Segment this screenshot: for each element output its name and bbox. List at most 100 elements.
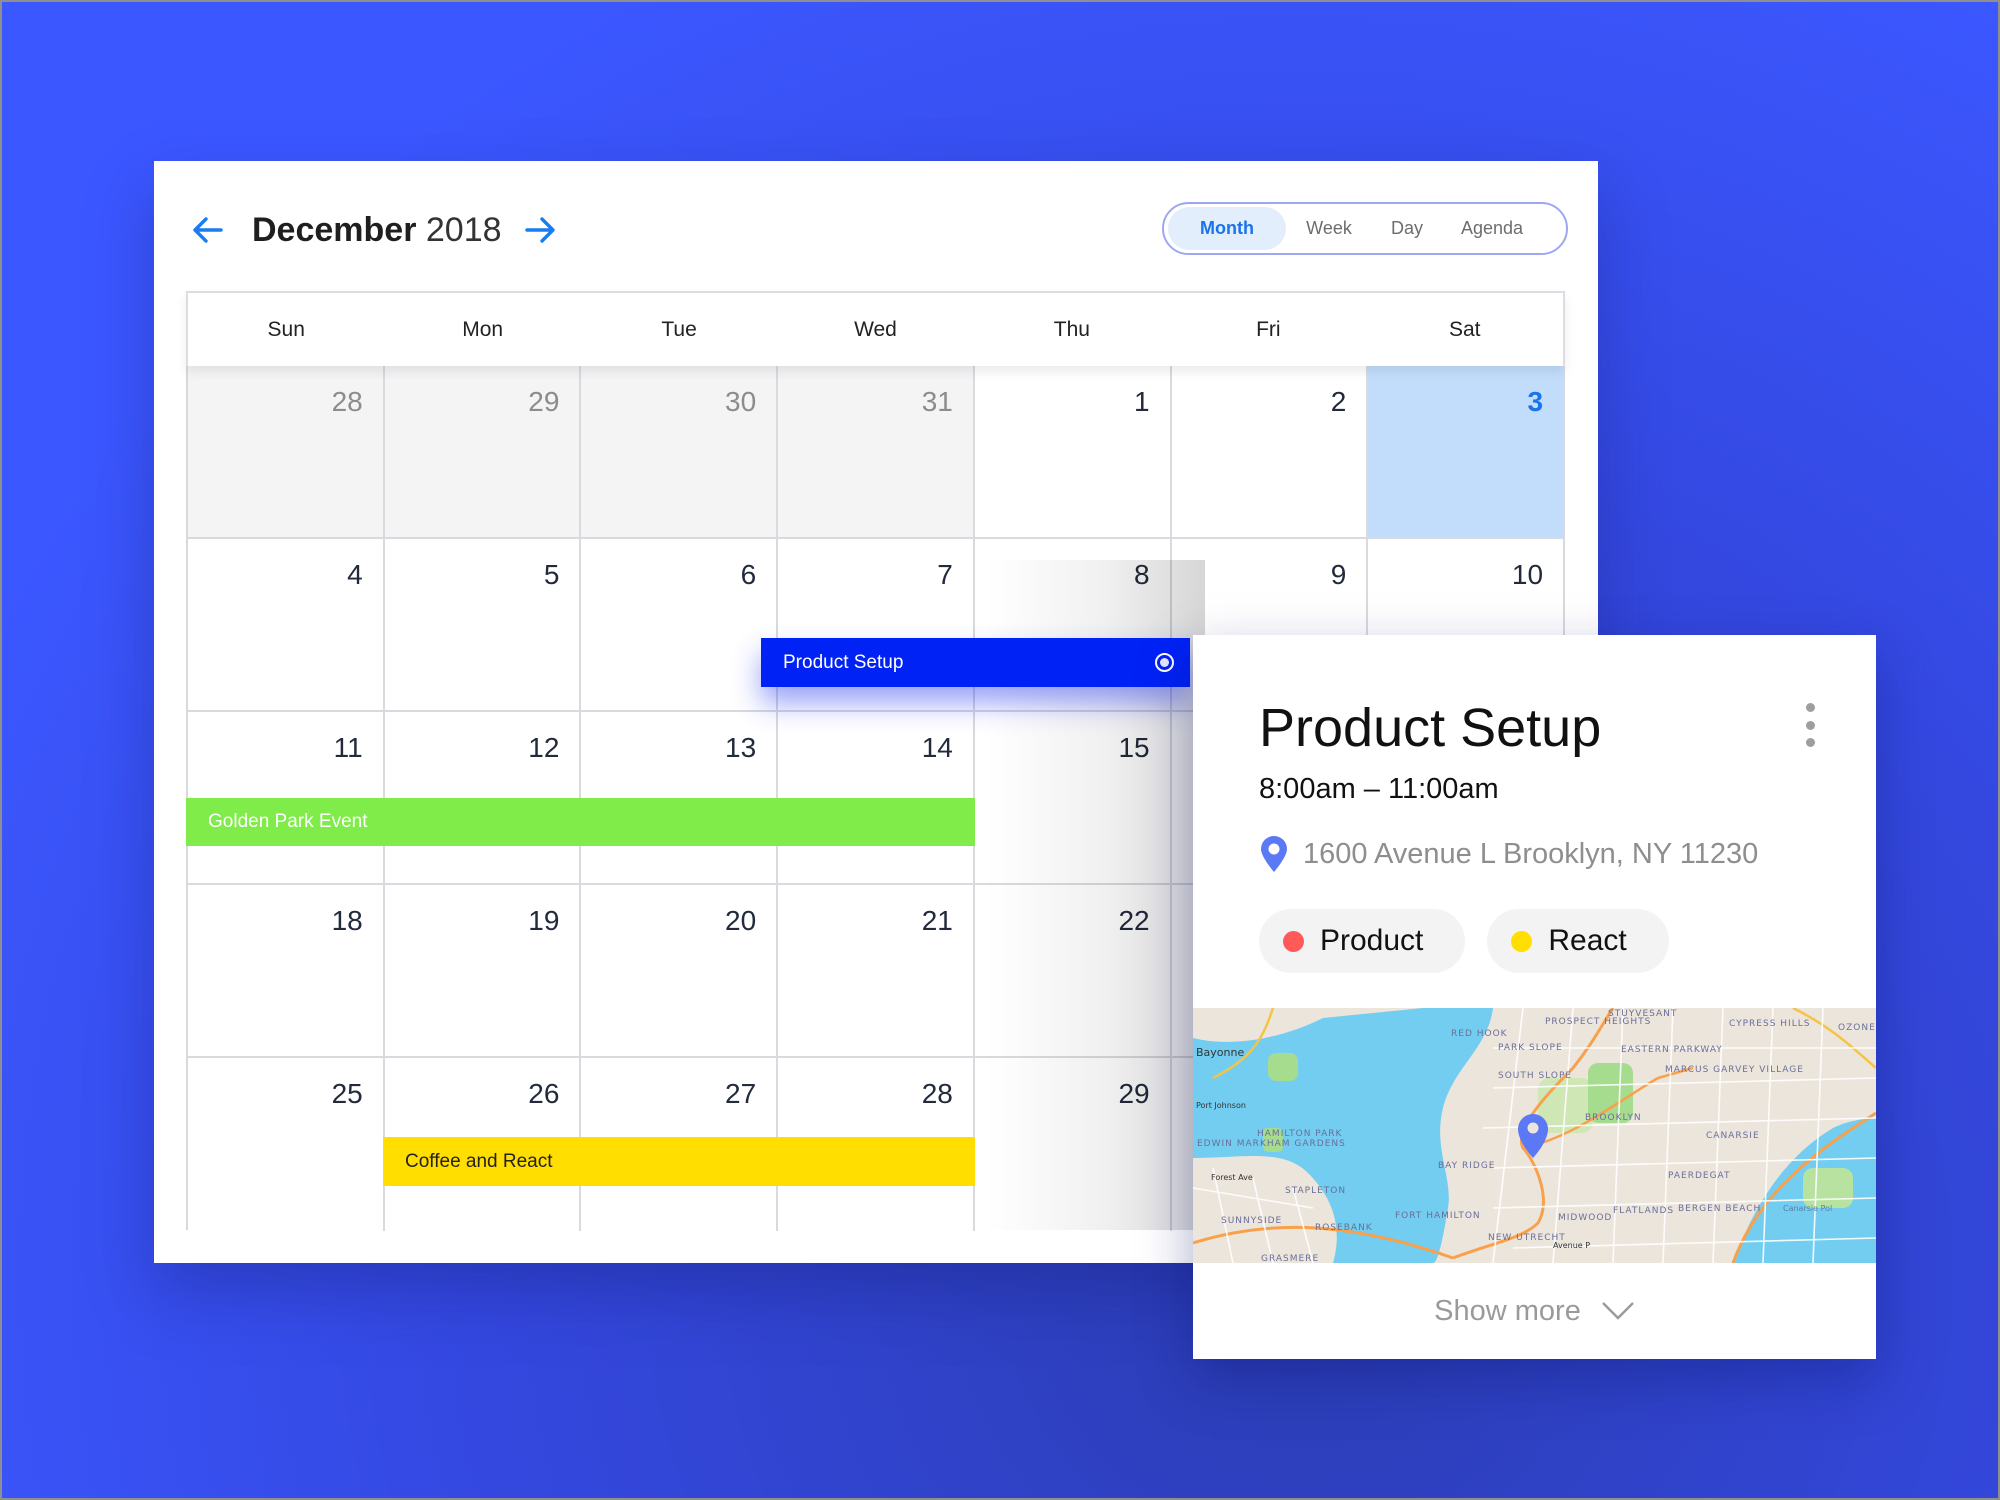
day-cell[interactable]: 22: [974, 885, 1172, 1058]
day-cell[interactable]: 6: [581, 539, 779, 712]
svg-text:PARK SLOPE: PARK SLOPE: [1498, 1043, 1563, 1053]
event-coffee-and-react[interactable]: Coffee and React: [383, 1137, 975, 1186]
day-cell[interactable]: 1: [974, 366, 1172, 539]
tag-label: Product: [1320, 924, 1424, 957]
year: 2018: [425, 211, 502, 249]
day-number: 13: [725, 732, 757, 763]
svg-text:CYPRESS HILLS: CYPRESS HILLS: [1729, 1019, 1810, 1029]
show-more-label: Show more: [1434, 1294, 1581, 1327]
day-cell-today[interactable]: 3: [1368, 366, 1564, 539]
day-number: 3: [1527, 386, 1544, 417]
map-graphic: Bayonne Port Johnson EDWIN MARKHAM GARDE…: [1193, 1008, 1876, 1263]
weekday-wed: Wed: [854, 317, 897, 341]
day-cell[interactable]: 5: [384, 539, 582, 712]
view-week-tab[interactable]: Week: [1286, 207, 1372, 250]
dot: [1805, 720, 1815, 730]
svg-text:STAPLETON: STAPLETON: [1285, 1186, 1346, 1196]
weekday-header: Sun Mon Tue Wed Thu Fri Sat: [186, 291, 1565, 366]
day-number: 22: [1118, 905, 1150, 936]
more-options-button[interactable]: [1802, 703, 1818, 747]
month-title: December 2018: [252, 208, 502, 252]
day-cell[interactable]: 2: [1171, 366, 1369, 539]
day-cell[interactable]: 29: [974, 1058, 1172, 1231]
day-number: 12: [528, 732, 560, 763]
day-number: 4: [347, 559, 363, 590]
tag-react[interactable]: React: [1487, 909, 1669, 973]
day-cell[interactable]: 29: [384, 366, 582, 539]
weekday-thu: Thu: [1053, 317, 1090, 341]
weekday-mon: Mon: [462, 317, 504, 341]
svg-text:EASTERN PARKWAY: EASTERN PARKWAY: [1621, 1045, 1723, 1055]
location-text: 1600 Avenue L Brooklyn, NY 11230: [1303, 837, 1759, 870]
day-number: 6: [740, 559, 757, 590]
view-agenda-tab[interactable]: Agenda: [1442, 207, 1542, 250]
selected-radio-icon: [1155, 653, 1174, 672]
day-number: 2: [1330, 386, 1347, 417]
day-cell[interactable]: 20: [581, 885, 779, 1058]
detail-title: Product Setup: [1259, 698, 1602, 758]
day-cell[interactable]: 25: [188, 1058, 385, 1231]
day-number: 19: [528, 905, 560, 936]
svg-text:MARCUS GARVEY VILLAGE: MARCUS GARVEY VILLAGE: [1665, 1065, 1804, 1075]
day-cell[interactable]: 19: [384, 885, 582, 1058]
svg-text:Avenue P: Avenue P: [1553, 1241, 1590, 1250]
next-month-button[interactable]: [522, 212, 558, 248]
detail-time: 8:00am – 11:00am: [1259, 773, 1499, 805]
svg-text:HAMILTON PARK: HAMILTON PARK: [1257, 1129, 1343, 1139]
week-row: 28 29 30 31 1 2 3: [188, 366, 1564, 539]
svg-text:OZONE: OZONE: [1838, 1023, 1876, 1033]
day-number: 30: [725, 386, 757, 417]
day-number: 20: [725, 905, 757, 936]
event-product-setup[interactable]: Product Setup: [761, 638, 1190, 687]
day-number: 5: [543, 559, 560, 590]
location-map[interactable]: Bayonne Port Johnson EDWIN MARKHAM GARDE…: [1193, 1008, 1876, 1263]
day-number: 21: [921, 905, 953, 936]
svg-text:FORT HAMILTON: FORT HAMILTON: [1395, 1211, 1481, 1221]
day-number: 26: [528, 1078, 560, 1109]
event-title: Golden Park Event: [208, 811, 368, 832]
view-switcher: Month Week Day Agenda: [1162, 202, 1568, 255]
day-number: 7: [937, 559, 953, 590]
svg-text:Canarsie Pol: Canarsie Pol: [1783, 1204, 1832, 1213]
day-number: 28: [331, 386, 363, 417]
day-cell[interactable]: 18: [188, 885, 385, 1058]
svg-text:Port Johnson: Port Johnson: [1196, 1101, 1246, 1110]
day-number: 29: [1118, 1078, 1150, 1109]
day-number: 31: [921, 386, 953, 417]
svg-text:BAY RIDGE: BAY RIDGE: [1438, 1161, 1496, 1171]
svg-text:ROSEBANK: ROSEBANK: [1315, 1223, 1373, 1233]
arrow-left-icon: [193, 217, 223, 243]
event-golden-park[interactable]: Golden Park Event: [186, 798, 975, 846]
svg-text:FLATLANDS: FLATLANDS: [1613, 1206, 1674, 1216]
event-title: Product Setup: [783, 651, 904, 673]
svg-text:RED HOOK: RED HOOK: [1451, 1029, 1508, 1039]
month-name: December: [252, 211, 417, 249]
day-cell[interactable]: 4: [188, 539, 385, 712]
tag-color-dot: [1511, 930, 1533, 952]
day-cell[interactable]: 15: [974, 712, 1172, 885]
day-number: 11: [333, 732, 363, 763]
weekday-tue: Tue: [661, 317, 697, 341]
weekday-sun: Sun: [267, 317, 305, 341]
day-cell[interactable]: 21: [778, 885, 975, 1058]
tag-label: React: [1548, 924, 1627, 957]
view-month-tab[interactable]: Month: [1168, 207, 1286, 250]
day-number: 18: [331, 905, 363, 936]
svg-text:MIDWOOD: MIDWOOD: [1558, 1213, 1612, 1223]
day-number: 27: [725, 1078, 757, 1109]
day-cell[interactable]: 28: [188, 366, 385, 539]
prev-month-button[interactable]: [190, 212, 226, 248]
tag-product[interactable]: Product: [1259, 909, 1466, 973]
day-cell[interactable]: 31: [778, 366, 975, 539]
day-number: 10: [1511, 559, 1544, 590]
day-number: 29: [528, 386, 560, 417]
svg-text:SUNNYSIDE: SUNNYSIDE: [1221, 1216, 1282, 1226]
view-day-tab[interactable]: Day: [1372, 207, 1442, 250]
day-number: 25: [331, 1078, 363, 1109]
weekday-sat: Sat: [1448, 317, 1481, 341]
day-cell[interactable]: 30: [581, 366, 779, 539]
show-more-button[interactable]: Show more: [1193, 1263, 1876, 1359]
event-title: Coffee and React: [405, 1150, 553, 1172]
svg-text:BROOKLYN: BROOKLYN: [1585, 1113, 1642, 1123]
svg-text:GRASMERE: GRASMERE: [1261, 1254, 1319, 1263]
